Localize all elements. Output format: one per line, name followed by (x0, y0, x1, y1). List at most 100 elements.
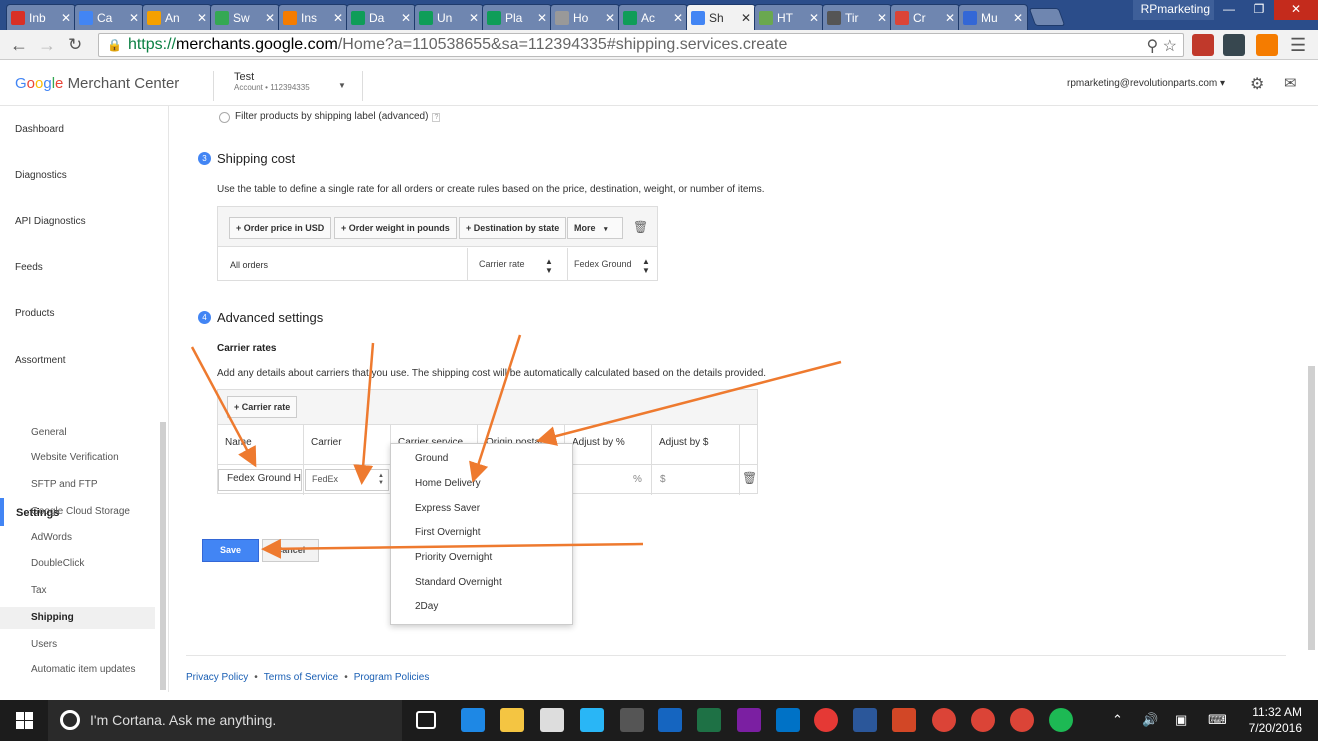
sidebar-scrollbar[interactable] (160, 422, 166, 690)
carrier-select[interactable]: FedEx ▲ ▼ (305, 469, 389, 491)
sidebar-subitem-sftp[interactable]: SFTP and FTP (31, 479, 98, 490)
tab-close-icon[interactable]: ✕ (1013, 11, 1023, 25)
tray-chevron-icon[interactable]: ⌃ (1112, 712, 1123, 728)
tab-close-icon[interactable]: ✕ (265, 11, 275, 25)
browser-tab[interactable]: Ca ✕ (74, 4, 144, 30)
dropdown-option[interactable]: Home Delivery (415, 478, 481, 489)
rate-type-select[interactable]: Carrier rate (479, 259, 525, 269)
tab-close-icon[interactable]: ✕ (809, 11, 819, 25)
mail-icon[interactable]: ✉ (1284, 74, 1297, 92)
page-scrollbar[interactable] (1308, 366, 1315, 650)
filter-radio[interactable] (219, 112, 230, 123)
profile-badge[interactable]: RPmarketing (1132, 0, 1218, 20)
chrome-icon[interactable] (1010, 708, 1034, 732)
add-order-price-button[interactable]: + Order price in USD (229, 217, 332, 239)
tab-close-icon[interactable]: ✕ (469, 11, 479, 25)
sidebar-item-feeds[interactable]: Feeds (15, 262, 43, 273)
analytics-extension-icon[interactable] (1256, 34, 1278, 56)
close-window-icon[interactable]: ✕ (1274, 0, 1318, 20)
cloud-app-icon[interactable] (814, 708, 838, 732)
trash-icon[interactable]: 🗑 (742, 471, 757, 485)
account-switcher[interactable]: Test Account • 112394335 ▼ (213, 71, 363, 101)
tab-close-icon[interactable]: ✕ (197, 11, 207, 25)
sidebar-subitem-shipping[interactable]: Shipping (31, 612, 74, 623)
minimize-icon[interactable]: — (1214, 0, 1244, 20)
spotify-icon[interactable] (1049, 708, 1073, 732)
browser-tab[interactable]: Inb ✕ (6, 4, 76, 30)
sidebar-item-dashboard[interactable]: Dashboard (15, 124, 64, 135)
browser-tab[interactable]: Da ✕ (346, 4, 416, 30)
sidebar-subitem-doubleclick[interactable]: DoubleClick (31, 558, 84, 569)
chrome-icon[interactable] (971, 708, 995, 732)
tab-close-icon[interactable]: ✕ (129, 11, 139, 25)
merchant-center-logo[interactable]: Google Merchant Center (15, 75, 179, 92)
excel-icon[interactable] (697, 708, 721, 732)
privacy-policy-link[interactable]: Privacy Policy (186, 672, 248, 683)
app-icon[interactable] (580, 708, 604, 732)
add-order-weight-button[interactable]: + Order weight in pounds (334, 217, 457, 239)
clock[interactable]: 11:32 AM 7/20/2016 (1240, 704, 1302, 736)
sidebar-subitem-automatic-updates[interactable]: Automatic item updates (31, 664, 136, 675)
word-icon[interactable] (853, 708, 877, 732)
rate-service-select[interactable]: Fedex Ground (574, 259, 632, 269)
tab-close-icon[interactable]: ✕ (673, 11, 683, 25)
program-policies-link[interactable]: Program Policies (354, 672, 430, 683)
windows-start-icon[interactable] (0, 700, 48, 741)
browser-tab[interactable]: HT ✕ (754, 4, 824, 30)
sidebar-subitem-tax[interactable]: Tax (31, 585, 47, 596)
new-tab-button[interactable] (1028, 8, 1066, 26)
chrome-icon[interactable] (932, 708, 956, 732)
dropdown-option[interactable]: Ground (415, 453, 448, 464)
keyboard-icon[interactable]: ⌨ (1208, 712, 1227, 728)
browser-tab[interactable]: Cr ✕ (890, 4, 960, 30)
save-button[interactable]: Save (202, 539, 259, 562)
browser-tab[interactable]: Ho ✕ (550, 4, 620, 30)
dropdown-option[interactable]: First Overnight (415, 527, 481, 538)
sidebar-item-assortment[interactable]: Assortment (15, 355, 66, 366)
sidebar-subitem-website-verification[interactable]: Website Verification (31, 452, 119, 463)
cancel-button[interactable]: Cancel (262, 539, 319, 562)
address-bar[interactable]: 🔒 https://merchants.google.com/Home?a=11… (98, 33, 1184, 57)
browser-tab[interactable]: An ✕ (142, 4, 212, 30)
edge-icon[interactable] (461, 708, 485, 732)
cortana-search[interactable]: I'm Cortana. Ask me anything. (48, 700, 402, 741)
browser-tab[interactable]: Ins ✕ (278, 4, 348, 30)
browser-tab[interactable]: Un ✕ (414, 4, 484, 30)
sidebar-subitem-cloud-storage[interactable]: Google Cloud Storage (31, 506, 130, 517)
carrier-name-input[interactable]: Fedex Ground H (218, 469, 302, 491)
browser-tab[interactable]: Tir ✕ (822, 4, 892, 30)
file-explorer-icon[interactable] (500, 708, 524, 732)
app-icon[interactable] (658, 708, 682, 732)
sidebar-item-products[interactable]: Products (15, 308, 54, 319)
dropdown-option[interactable]: Standard Overnight (415, 577, 502, 588)
gear-icon[interactable]: ⚙ (1250, 74, 1264, 94)
tab-close-icon[interactable]: ✕ (61, 11, 71, 25)
store-icon[interactable] (540, 708, 564, 732)
browser-tab[interactable]: Mu ✕ (958, 4, 1028, 30)
more-button[interactable]: More ▾ (567, 217, 623, 239)
sidebar-item-api-diagnostics[interactable]: API Diagnostics (15, 216, 86, 227)
back-icon[interactable]: ← (10, 35, 28, 56)
notification-icon[interactable]: ▣ (1175, 712, 1187, 728)
tab-close-icon[interactable]: ✕ (877, 11, 887, 25)
app-icon[interactable] (620, 708, 644, 732)
dropdown-option[interactable]: 2Day (415, 601, 438, 612)
sidebar-subitem-users[interactable]: Users (31, 639, 57, 650)
outlook-icon[interactable] (776, 708, 800, 732)
volume-icon[interactable]: 🔊 (1142, 712, 1158, 728)
browser-tab[interactable]: Sw ✕ (210, 4, 280, 30)
forward-icon[interactable]: → (38, 35, 56, 56)
add-carrier-rate-button[interactable]: + Carrier rate (227, 396, 298, 418)
trash-icon[interactable]: 🗑 (633, 220, 648, 234)
add-destination-button[interactable]: + Destination by state (459, 217, 567, 239)
sidebar-subitem-adwords[interactable]: AdWords (31, 532, 72, 543)
tab-close-icon[interactable]: ✕ (945, 11, 955, 25)
tab-close-icon[interactable]: ✕ (605, 11, 615, 25)
extension-icon[interactable] (1192, 34, 1214, 56)
reload-icon[interactable]: ↻ (68, 35, 82, 55)
terms-link[interactable]: Terms of Service (264, 672, 338, 683)
browser-tab[interactable]: Ac ✕ (618, 4, 688, 30)
help-icon[interactable]: ? (432, 113, 441, 122)
dropdown-option[interactable]: Priority Overnight (415, 552, 492, 563)
user-email-menu[interactable]: rpmarketing@revolutionparts.com ▾ (1067, 78, 1225, 89)
